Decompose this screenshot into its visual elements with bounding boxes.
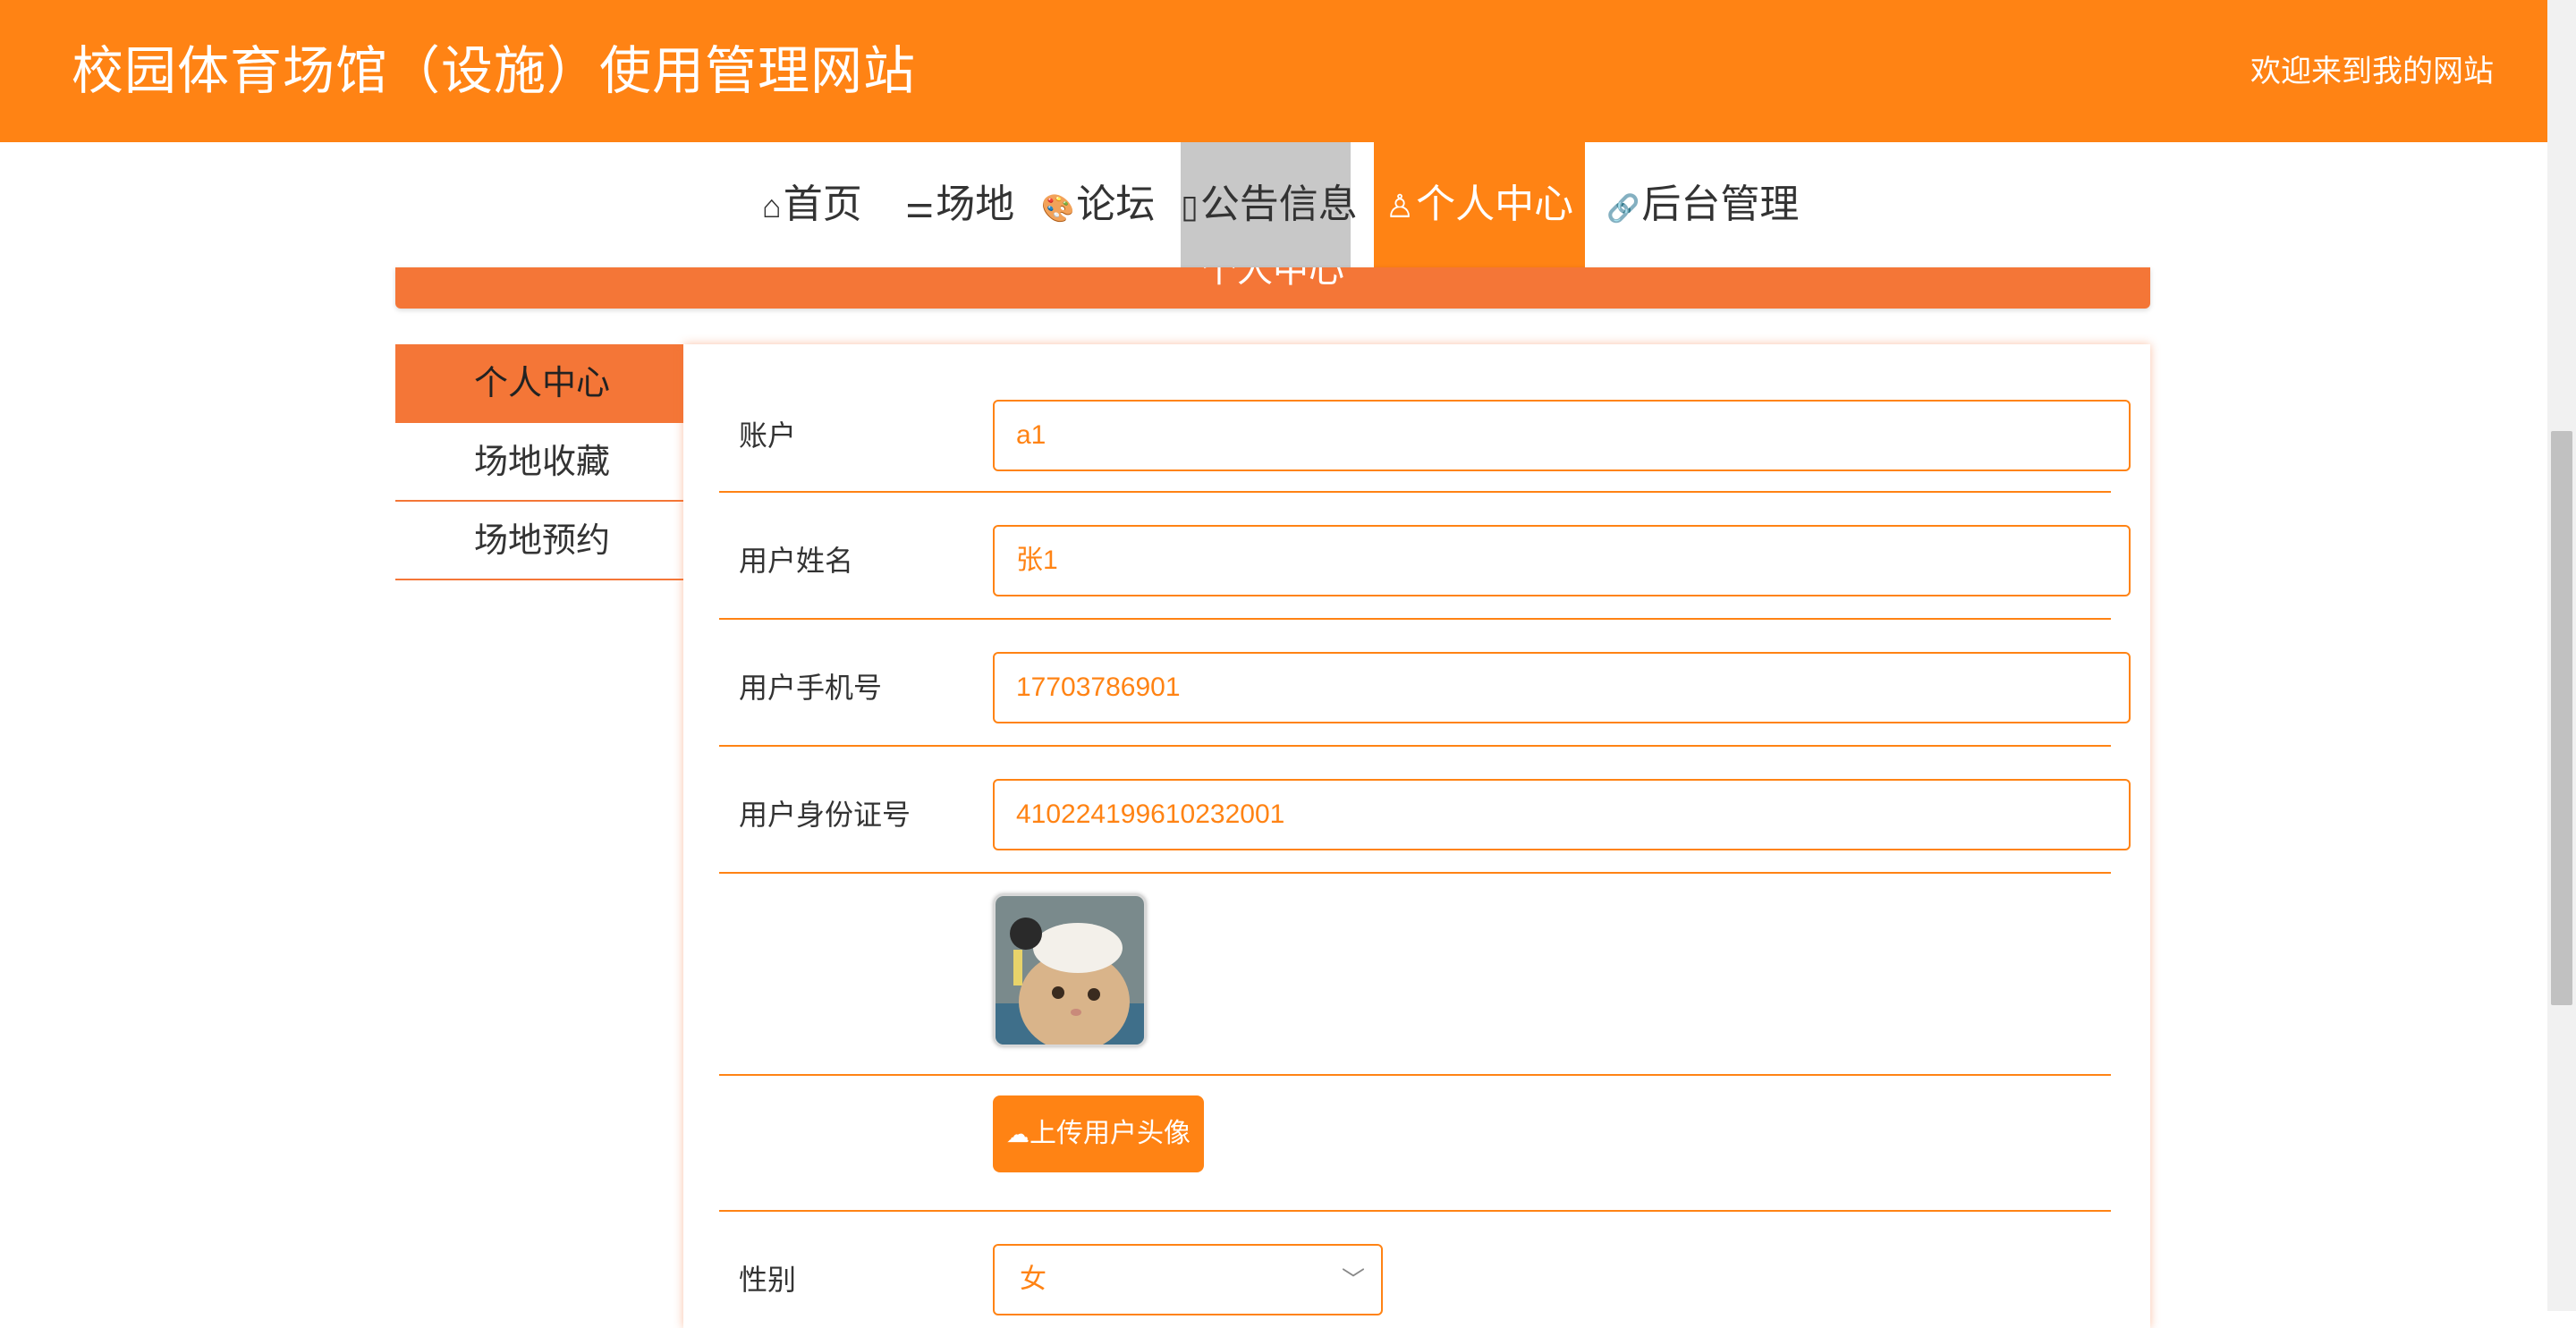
nav-profile-label: 个人中心 (1416, 182, 1574, 226)
idcard-input[interactable]: 410224199610232001 (993, 779, 2131, 850)
nav-forum-label: 论坛 (1076, 182, 1156, 226)
site-title: 校园体育场馆（设施）使用管理网站 (72, 42, 917, 100)
page-scrollbar[interactable] (2547, 0, 2576, 1311)
idcard-label: 用户身份证号 (739, 799, 911, 831)
phone-label: 用户手机号 (739, 672, 883, 704)
form-row-upload: ☁上传用户头像 (719, 1074, 2111, 1212)
nav-profile[interactable]: ♙个人中心 (1374, 142, 1585, 267)
upload-avatar-label: 上传用户头像 (1030, 1119, 1191, 1148)
nav-admin-label: 后台管理 (1641, 182, 1800, 226)
account-input[interactable]: a1 (993, 400, 2131, 471)
welcome-text: 欢迎来到我的网站 (2250, 55, 2494, 89)
gender-value: 女 (1020, 1265, 1046, 1294)
nav-admin[interactable]: 🔗后台管理 (1606, 142, 1799, 267)
chevron-down-icon: ﹀ (1341, 1266, 1365, 1293)
banner-title: 个人中心 (1201, 267, 1344, 290)
name-label: 用户姓名 (739, 545, 854, 577)
nav-venue-label: 场地 (936, 182, 1015, 226)
name-input[interactable]: 张1 (993, 525, 2131, 596)
sidebar-item-favorites[interactable]: 场地收藏 (395, 423, 683, 502)
home-icon: ⌂ (762, 188, 782, 224)
scrollbar-thumb[interactable] (2551, 431, 2572, 1005)
cat-avatar-icon (996, 896, 1144, 1045)
profile-form-panel: 账户 a1 用户姓名 张1 用户手机号 17703786901 用户身份证号 4… (683, 344, 2150, 1328)
form-row-phone: 用户手机号 17703786901 (719, 618, 2131, 747)
form-row-idcard: 用户身份证号 410224199610232001 (719, 745, 2131, 874)
sidebar-item-profile[interactable]: 个人中心 (395, 344, 683, 423)
nav-home-label: 首页 (783, 182, 862, 226)
nav-notice[interactable]: ▯公告信息 (1181, 142, 1358, 267)
cloud-upload-icon: ☁ (1006, 1121, 1030, 1147)
user-icon: ♙ (1385, 188, 1415, 224)
link-icon: 🔗 (1606, 194, 1640, 224)
nav-forum[interactable]: 🎨论坛 (1041, 142, 1155, 267)
nav-home[interactable]: ⌂首页 (762, 142, 862, 267)
upload-avatar-button[interactable]: ☁上传用户头像 (993, 1095, 1204, 1172)
phone-input[interactable]: 17703786901 (993, 652, 2131, 723)
gender-select[interactable]: 女 ﹀ (993, 1244, 1383, 1315)
sidebar: 个人中心 场地收藏 场地预约 (395, 344, 683, 580)
form-row-avatar (719, 872, 2111, 1076)
sidebar-item-bookings[interactable]: 场地预约 (395, 502, 683, 580)
top-header: 校园体育场馆（设施）使用管理网站 欢迎来到我的网站 (0, 0, 2547, 142)
page-banner: 个人中心 (395, 267, 2150, 309)
nav-notice-label: 公告信息 (1199, 182, 1358, 226)
account-label: 账户 (739, 419, 797, 452)
palette-icon: 🎨 (1041, 194, 1075, 224)
main-nav: ⌂首页 ⚌场地 🎨论坛 ▯公告信息 ♙个人中心 🔗后台管理 (0, 142, 2547, 267)
gender-label: 性别 (739, 1264, 797, 1296)
form-row-name: 用户姓名 张1 (719, 491, 2131, 620)
document-icon: ▯ (1181, 188, 1199, 224)
nav-venue[interactable]: ⚌场地 (905, 142, 1014, 267)
form-row-gender: 性别 女 ﹀ (719, 1210, 2111, 1328)
sliders-icon: ⚌ (905, 188, 935, 224)
form-row-account: 账户 a1 (719, 344, 2131, 493)
user-avatar-image (993, 893, 1147, 1047)
